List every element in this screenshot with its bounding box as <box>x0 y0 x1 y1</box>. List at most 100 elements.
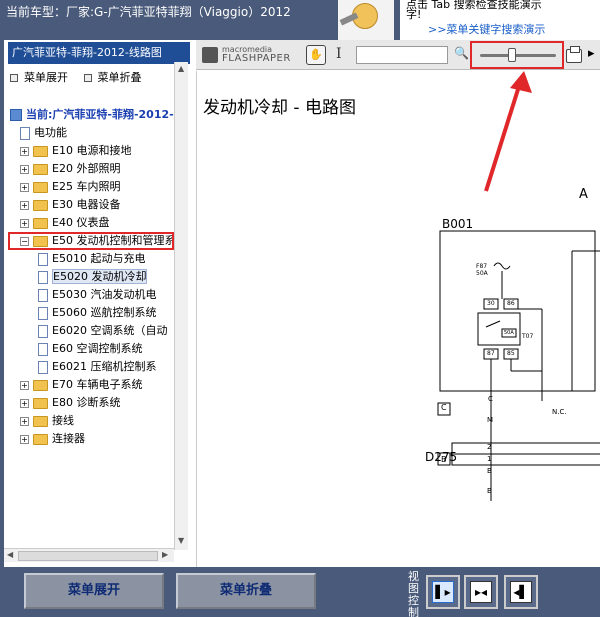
document-icon <box>38 252 48 266</box>
scroll-right-icon[interactable]: ▶ <box>162 550 168 559</box>
tree-item[interactable]: E5060 巡航控制系统 <box>38 304 156 322</box>
fuse-label: F87 <box>476 263 488 270</box>
pin-2: 2 <box>487 443 492 451</box>
folder-icon <box>33 217 48 229</box>
document-viewer[interactable]: 发动机冷却 - 电路图 A B001 F87 50A 30 86 50A T07… <box>196 71 600 567</box>
bottom-bar: 菜单展开 菜单折叠 视图控制 ▌▸ ▸◂ ◂▌ <box>0 567 600 617</box>
collapse-menu-button[interactable]: 菜单折叠 <box>176 573 316 609</box>
top-header: 当前车型：厂家:G-广汽菲亚特菲翔（Viaggio）2012 点击 Tab 搜索… <box>0 0 600 40</box>
tree-item-label: E10 电源和接地 <box>52 144 132 157</box>
zoom-slider-thumb[interactable] <box>507 48 516 62</box>
wire-color-b-2: B <box>487 487 492 495</box>
tree-item-label: E5060 巡航控制系统 <box>52 306 157 319</box>
expand-node-icon[interactable]: + <box>20 416 29 426</box>
tree-item-label: E70 车辆电子系统 <box>52 378 143 391</box>
connector-c-label: C <box>441 403 447 412</box>
fuse-rating: 50A <box>476 270 488 277</box>
tree-item[interactable]: E5010 起动与充电 <box>38 250 145 268</box>
horizontal-scroll-thumb[interactable] <box>18 551 158 561</box>
relay-pin-30: 30 <box>487 300 495 307</box>
tree-item-label: E25 车内照明 <box>52 180 121 193</box>
scroll-left-icon[interactable]: ◀ <box>7 550 13 559</box>
tree-item[interactable]: E6021 压缩机控制系 <box>38 358 156 376</box>
expand-node-icon[interactable]: + <box>20 182 29 192</box>
expand-node-icon[interactable]: + <box>20 434 29 444</box>
zoom-slider-track[interactable] <box>480 54 556 57</box>
tree-item[interactable]: + E80 诊断系统 <box>20 394 120 412</box>
tree-vertical-scrollbar[interactable]: ▲ ▼ <box>174 62 188 550</box>
view-right-panel-button[interactable]: ◂▌ <box>504 575 538 609</box>
tree-item-label: E50 发动机控制和管理系 <box>52 234 176 247</box>
flashpaper-toolbar: macromedia FLASHPAPER ✋ I 🔍 ▸ <box>196 40 600 70</box>
toolbar-overflow-icon[interactable]: ▸ <box>588 46 595 61</box>
relay-id: T07 <box>522 333 534 340</box>
folder-icon <box>33 379 48 391</box>
tree-item[interactable]: + E30 电器设备 <box>20 196 120 214</box>
tree-item[interactable]: + 连接器 <box>20 430 85 448</box>
search-input[interactable] <box>356 46 448 64</box>
expand-icon <box>10 74 18 82</box>
tree-item[interactable]: E60 空调控制系统 <box>38 340 142 358</box>
expand-menu-button[interactable]: 菜单展开 <box>24 573 164 609</box>
circuit-diagram: A B001 F87 50A 30 86 50A T07 87 85 C C M… <box>412 181 600 537</box>
folder-icon <box>33 145 48 157</box>
view-left-panel-button[interactable]: ▌▸ <box>426 575 460 609</box>
folder-icon <box>33 397 48 409</box>
relay-pin-86: 86 <box>507 300 515 307</box>
expand-node-icon[interactable]: + <box>20 200 29 210</box>
tree-item[interactable]: − E50 发动机控制和管理系 <box>20 232 175 250</box>
notice-line-1: 点击 Tab 搜索检查技能演示 <box>406 0 542 11</box>
logo-text-bottom: FLASHPAPER <box>222 53 291 64</box>
tree-title: 广汽菲亚特-菲翔-2012-线路图 <box>8 42 190 64</box>
tree-item-label: 当前:广汽菲亚特-菲翔-2012-线 <box>26 108 185 121</box>
relay-tag: 50A <box>504 330 514 336</box>
panel-right-arrow-icon: ▌▸ <box>432 581 454 603</box>
tree-item[interactable]: + E25 车内照明 <box>20 178 120 196</box>
tree-item[interactable]: E5030 汽油发动机电 <box>38 286 156 304</box>
document-icon <box>20 126 30 140</box>
view-split-button[interactable]: ▸◂ <box>464 575 498 609</box>
expand-node-icon[interactable]: + <box>20 146 29 156</box>
search-demo-link[interactable]: >>菜单关键字搜索演示 <box>428 21 545 37</box>
folder-icon <box>33 181 48 193</box>
pin-1: 1 <box>487 455 492 463</box>
wire-nc-label: N.C. <box>552 408 567 416</box>
search-icon[interactable]: 🔍 <box>454 46 469 60</box>
print-icon[interactable] <box>566 46 582 63</box>
expand-node-icon[interactable]: + <box>20 398 29 408</box>
folder-icon <box>33 199 48 211</box>
tree-item[interactable]: + E10 电源和接地 <box>20 142 131 160</box>
tree-item-label: E6021 压缩机控制系 <box>52 360 157 373</box>
menu-actions: 菜单展开 菜单折叠 <box>10 69 190 85</box>
document-title: 发动机冷却 - 电路图 <box>203 98 356 118</box>
scroll-up-icon[interactable]: ▲ <box>178 64 184 73</box>
document-icon <box>38 324 48 338</box>
tree-item[interactable]: + 接线 <box>20 412 74 430</box>
collapse-node-icon[interactable]: − <box>20 236 29 246</box>
document-icon <box>38 360 48 374</box>
notice-panel: 点击 Tab 搜索检查技能演示 字! >>菜单关键字搜索演示 <box>400 0 600 40</box>
tree-item[interactable]: E6020 空调系统（自动 <box>38 322 167 340</box>
tree-item[interactable]: 电功能 <box>20 124 67 142</box>
scroll-down-icon[interactable]: ▼ <box>178 536 184 545</box>
expand-menu-link[interactable]: 菜单展开 <box>10 69 68 85</box>
expand-node-icon[interactable]: + <box>20 218 29 228</box>
tree-item[interactable]: 当前:广汽菲亚特-菲翔-2012-线 <box>10 106 185 124</box>
text-select-tool-icon[interactable]: I <box>336 46 342 62</box>
document-icon <box>38 288 48 302</box>
tree-item-label: 接线 <box>52 414 74 427</box>
expand-menu-label: 菜单展开 <box>24 71 68 84</box>
notice-line-2: 字! <box>406 8 422 21</box>
expand-node-icon[interactable]: + <box>20 380 29 390</box>
tree-horizontal-scrollbar[interactable]: ◀ ▶ <box>4 548 174 562</box>
folder-icon <box>33 235 48 247</box>
wire-color-b-1: B <box>487 467 492 475</box>
tree-item[interactable]: E5020 发动机冷却 <box>38 268 148 286</box>
collapse-menu-link[interactable]: 菜单折叠 <box>83 69 142 85</box>
relay-pin-85: 85 <box>507 350 515 357</box>
tree-item[interactable]: + E70 车辆电子系统 <box>20 376 142 394</box>
hand-tool-button[interactable]: ✋ <box>306 45 326 65</box>
tree-item[interactable]: + E20 外部照明 <box>20 160 120 178</box>
expand-node-icon[interactable]: + <box>20 164 29 174</box>
tree-item[interactable]: + E40 仪表盘 <box>20 214 109 232</box>
